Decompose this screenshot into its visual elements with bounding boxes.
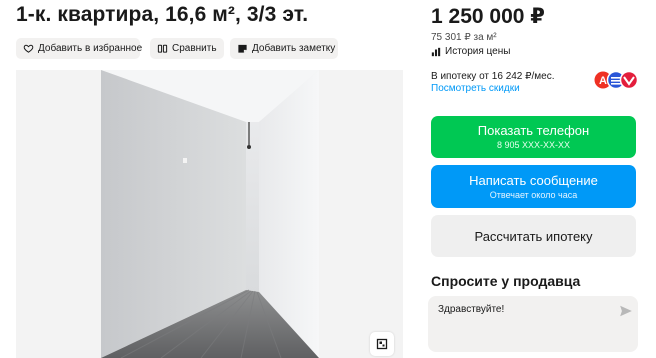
write-message-button[interactable]: Написать сообщение Отвечает около часа — [431, 165, 636, 208]
compare-icon — [157, 44, 168, 53]
calculate-mortgage-label: Рассчитать ипотеку — [474, 228, 593, 244]
show-phone-label: Показать телефон — [477, 123, 590, 138]
bank-icons: А — [594, 70, 638, 90]
photo-gallery[interactable] — [16, 70, 403, 358]
bank-icon — [619, 70, 638, 90]
fullscreen-button[interactable] — [370, 332, 394, 356]
price-per-meter: 75 301 ₽ за м² — [431, 32, 497, 43]
note-icon — [238, 44, 247, 53]
add-to-favorites-button[interactable]: Добавить в избранное — [16, 38, 143, 59]
show-phone-button[interactable]: Показать телефон 8 905 XXX-XX-XX — [431, 116, 636, 158]
expand-icon — [376, 338, 388, 350]
ask-seller-title: Спросите у продавца — [431, 273, 581, 289]
send-icon[interactable] — [619, 304, 633, 318]
write-message-label: Написать сообщение — [469, 172, 598, 188]
see-discounts-link[interactable]: Посмотреть скидки — [431, 83, 520, 94]
price-history-link[interactable]: История цены — [431, 46, 510, 57]
chart-icon — [431, 47, 441, 56]
compare-label: Сравнить — [172, 43, 217, 54]
note-label: Добавить заметку — [252, 43, 336, 54]
apartment-photo[interactable] — [101, 70, 319, 358]
phone-number-masked: 8 905 XXX-XX-XX — [496, 140, 571, 150]
listing-title: 1-к. квартира, 16,6 м², 3/3 эт. — [16, 3, 309, 26]
compare-button[interactable]: Сравнить — [150, 38, 224, 59]
heart-icon — [23, 44, 34, 53]
calculate-mortgage-button[interactable]: Рассчитать ипотеку — [431, 215, 636, 257]
mortgage-info: В ипотеку от 16 242 ₽/мес. — [431, 71, 555, 82]
svg-text:А: А — [599, 75, 607, 87]
add-note-button[interactable]: Добавить заметку — [230, 38, 338, 59]
ask-seller-input[interactable]: Здравствуйте! — [428, 296, 638, 352]
price-history-label: История цены — [445, 46, 511, 57]
response-time: Отвечает около часа — [489, 189, 578, 200]
favorite-label: Добавить в избранное — [38, 43, 143, 54]
price: 1 250 000 ₽ — [431, 5, 545, 28]
